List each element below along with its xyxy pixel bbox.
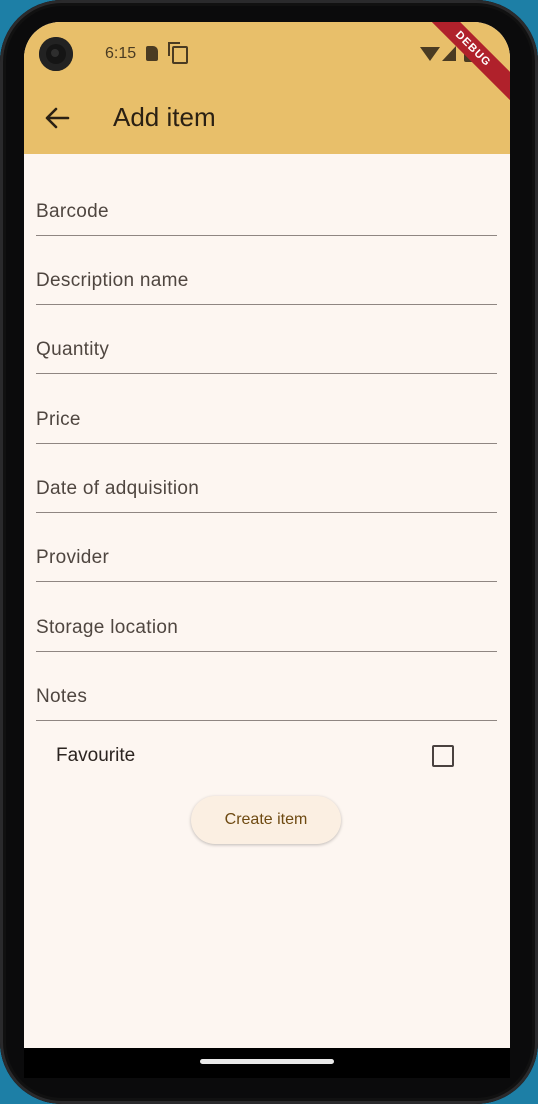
arrow-back-icon bbox=[45, 107, 70, 129]
sd-card-icon bbox=[146, 46, 158, 61]
debug-banner: DEBUG bbox=[412, 22, 510, 110]
back-button[interactable] bbox=[38, 98, 78, 138]
favourite-row: Favourite bbox=[24, 734, 510, 778]
field-label: Barcode bbox=[36, 201, 109, 222]
signal-icon bbox=[442, 46, 456, 61]
field-label: Provider bbox=[36, 547, 110, 568]
field-label: Quantity bbox=[36, 339, 110, 360]
field-label: Date of adquisition bbox=[36, 478, 200, 499]
notes-field[interactable]: Notes bbox=[36, 651, 497, 721]
camera-icon bbox=[39, 37, 73, 71]
favourite-label: Favourite bbox=[56, 745, 136, 766]
description-name-field[interactable]: Description name bbox=[36, 235, 497, 305]
field-label: Notes bbox=[36, 686, 88, 707]
wifi-icon bbox=[420, 47, 440, 61]
create-item-button[interactable]: Create item bbox=[191, 796, 341, 844]
copy-icon bbox=[168, 42, 188, 64]
field-label: Storage location bbox=[36, 617, 179, 638]
barcode-field[interactable]: Barcode bbox=[36, 166, 497, 236]
provider-field[interactable]: Provider bbox=[36, 512, 497, 582]
status-bar: 6:15 DEBUG bbox=[24, 22, 510, 110]
app-bar: 6:15 DEBUG Add item bbox=[24, 22, 510, 154]
storage-location-field[interactable]: Storage location bbox=[36, 582, 497, 652]
price-field[interactable]: Price bbox=[36, 374, 497, 444]
field-label: Price bbox=[36, 409, 81, 430]
home-indicator[interactable] bbox=[200, 1059, 334, 1064]
favourite-checkbox[interactable] bbox=[432, 745, 454, 767]
app-screen: 6:15 DEBUG Add item Barcode Description … bbox=[24, 22, 510, 1048]
date-of-acquisition-field[interactable]: Date of adquisition bbox=[36, 443, 497, 513]
page-title: Add item bbox=[113, 102, 216, 132]
status-time: 6:15 bbox=[105, 45, 137, 62]
quantity-field[interactable]: Quantity bbox=[36, 304, 497, 374]
field-label: Description name bbox=[36, 270, 189, 291]
